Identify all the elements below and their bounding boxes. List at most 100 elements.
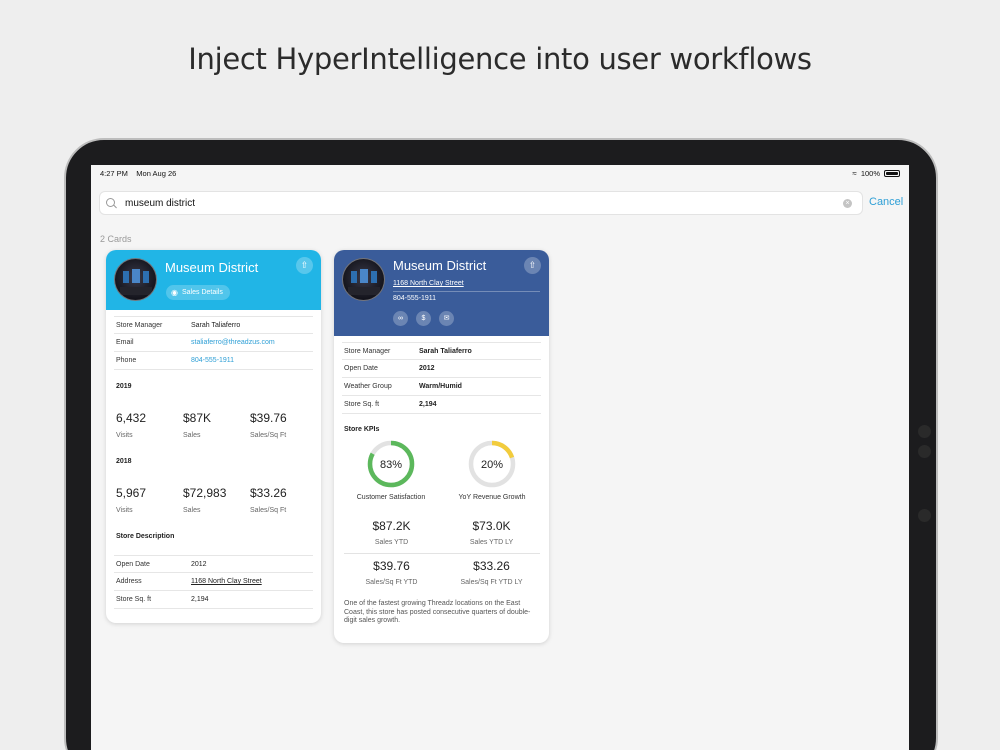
search-input[interactable]: museum district — [125, 198, 195, 209]
store-photo — [342, 258, 385, 301]
stat-label: Visits — [116, 507, 133, 514]
side-button — [918, 445, 931, 458]
row-value: Warm/Humid — [419, 383, 462, 390]
row-key: Store Sq. ft — [116, 596, 152, 603]
side-button — [918, 425, 931, 438]
donut-caption: YoY Revenue Growth — [458, 494, 526, 501]
status-time: 4:27 PM Mon Aug 26 — [100, 169, 176, 178]
stat-value: $39.76 — [250, 411, 287, 425]
clock: 4:27 PM — [100, 169, 128, 178]
row-key: Weather Group — [344, 383, 392, 390]
info-row: Open Date 2012 — [342, 360, 541, 378]
results-count: 2 Cards — [100, 234, 132, 244]
store-card-sales[interactable]: Museum District ⇧ ◉ Sales Details Store … — [106, 250, 321, 623]
divider — [344, 553, 540, 554]
battery-percent: 100% — [860, 169, 880, 178]
mail-icon[interactable]: ✉ — [439, 311, 454, 326]
divider — [393, 291, 540, 292]
phone-link[interactable]: 804-555-1911 — [191, 357, 234, 364]
stat-label: Sales — [183, 432, 201, 439]
info-row: Weather Group Warm/Humid — [342, 378, 541, 396]
row-value: 2,194 — [191, 596, 209, 603]
row-key: Open Date — [344, 365, 378, 372]
kpi-label: Sales/Sq Ft YTD LY — [460, 579, 523, 586]
row-value: 2,194 — [419, 401, 437, 408]
address-link[interactable]: 1168 North Clay Street — [191, 578, 262, 585]
stat-label: Visits — [116, 432, 133, 439]
stat-label: Sales/Sq Ft — [250, 507, 287, 514]
kpi-value: $87.2K — [372, 519, 411, 533]
kpi-value: $39.76 — [373, 559, 410, 573]
kpi-value: $33.26 — [473, 559, 510, 573]
side-button — [918, 509, 931, 522]
action-icons: ∞ $ ✉ — [393, 311, 454, 326]
section-heading: Store KPIs — [344, 426, 380, 433]
store-description: One of the fastest growing Threadz locat… — [344, 600, 531, 624]
row-key: Store Manager — [344, 348, 391, 355]
date: Mon Aug 26 — [136, 169, 177, 178]
row-key: Open Date — [116, 561, 150, 568]
revenue-growth-donut: 20% — [468, 440, 516, 488]
share-icon[interactable]: ⇧ — [296, 257, 313, 274]
detail-row: Store Sq. ft 2,194 — [114, 591, 313, 609]
info-row: Store Sq. ft 2,194 — [342, 396, 541, 414]
row-value: Sarah Taliaferro — [191, 322, 241, 329]
row-value: Sarah Taliaferro — [419, 348, 472, 355]
search-icon — [106, 197, 117, 209]
sales-details-button[interactable]: ◉ Sales Details — [166, 285, 230, 300]
stat-label: Sales/Sq Ft — [250, 432, 287, 439]
detail-row: Address 1168 North Clay Street — [114, 573, 313, 591]
donut-value: 83% — [380, 459, 402, 471]
row-key: Address — [116, 578, 142, 585]
share-icon[interactable]: ⇧ — [524, 257, 541, 274]
kpi-value: $73.0K — [472, 519, 511, 533]
clear-icon[interactable]: × — [843, 199, 852, 208]
row-key: Store Sq. ft — [344, 401, 380, 408]
satisfaction-donut: 83% — [367, 440, 415, 488]
search-bar[interactable]: museum district × — [99, 191, 863, 215]
info-row: Store Manager Sarah Taliaferro — [114, 316, 313, 334]
stat-value: $33.26 — [250, 486, 287, 500]
store-card-kpi[interactable]: Museum District ⇧ 1168 North Clay Street… — [334, 250, 549, 643]
kpi-label: Sales YTD LY — [469, 539, 514, 546]
info-row: Store Manager Sarah Taliaferro — [342, 342, 541, 360]
info-row: Email staliaferro@threadzus.com — [114, 334, 313, 352]
pill-label: Sales Details — [181, 289, 223, 296]
donut-value: 20% — [481, 459, 503, 471]
status-right: ≈ 100% — [852, 169, 900, 178]
row-value: 2012 — [419, 365, 435, 372]
detail-row: Open Date 2012 — [114, 555, 313, 573]
phone-text: 804-555-1911 — [393, 295, 437, 302]
stat-value: 6,432 — [116, 411, 147, 425]
stat-value: 5,967 — [116, 486, 147, 500]
section-heading: Store Description — [116, 533, 175, 540]
row-key: Store Manager — [116, 322, 163, 329]
cancel-button[interactable]: Cancel — [869, 196, 903, 208]
store-photo — [114, 258, 157, 301]
kpi-label: Sales YTD — [374, 539, 409, 546]
stat-value: $87K — [183, 411, 212, 425]
stat-label: Sales — [183, 507, 201, 514]
row-value: 2012 — [191, 561, 207, 568]
address-link[interactable]: 1168 North Clay Street — [393, 280, 464, 287]
app-screen: 4:27 PM Mon Aug 26 ≈ 100% museum distric… — [91, 165, 909, 750]
year-heading: 2018 — [116, 458, 132, 465]
headset-icon: ◉ — [171, 288, 178, 297]
kpi-label: Sales/Sq Ft YTD — [365, 579, 418, 586]
row-key: Phone — [116, 357, 137, 364]
card-header: Museum District ⇧ ◉ Sales Details — [106, 250, 321, 310]
row-key: Email — [116, 339, 134, 346]
stat-value: $72,983 — [183, 486, 227, 500]
email-link[interactable]: staliaferro@threadzus.com — [191, 339, 275, 346]
card-title: Museum District — [165, 260, 259, 275]
wifi-icon: ≈ — [852, 169, 857, 178]
dollar-icon[interactable]: $ — [416, 311, 431, 326]
link-icon[interactable]: ∞ — [393, 311, 408, 326]
headline: Inject HyperIntelligence into user workf… — [188, 42, 812, 76]
donut-caption: Customer Satisfaction — [356, 494, 426, 501]
card-title: Museum District — [393, 258, 487, 273]
status-bar: 4:27 PM Mon Aug 26 ≈ 100% — [100, 169, 900, 181]
year-heading: 2019 — [116, 383, 132, 390]
card-header: Museum District ⇧ 1168 North Clay Street… — [334, 250, 549, 336]
info-row: Phone 804-555-1911 — [114, 352, 313, 370]
